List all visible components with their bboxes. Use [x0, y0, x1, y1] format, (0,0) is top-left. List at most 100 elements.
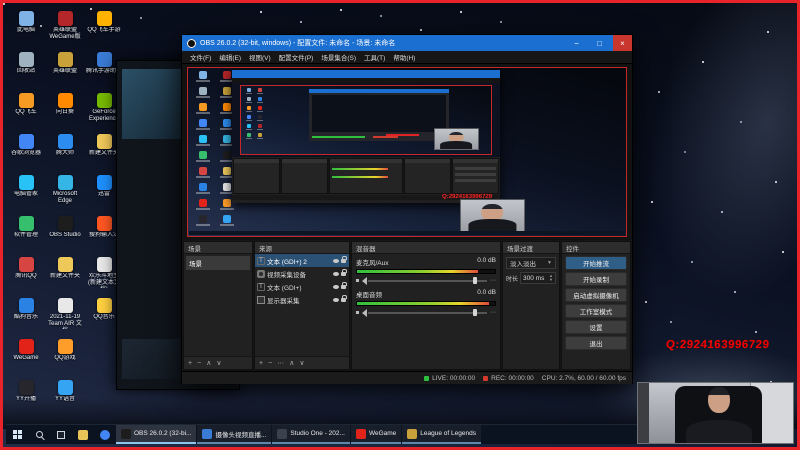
yy-voice-icon [57, 380, 73, 395]
desktop-icon[interactable]: WeGame [7, 337, 45, 378]
close-button[interactable]: × [613, 35, 632, 51]
visibility-icon[interactable] [333, 284, 339, 289]
lock-icon[interactable] [341, 294, 347, 302]
source-row[interactable]: T 文本 (GDI+) 2 [255, 254, 349, 267]
lock-icon[interactable] [341, 268, 347, 276]
add-source-button[interactable]: + [259, 360, 263, 367]
obs-titlebar[interactable]: OBS 26.0.2 (32-bit, windows) - 配置文件: 未命名… [182, 35, 632, 51]
control-button[interactable]: 退出 [565, 336, 627, 350]
captured-desktop-icon [191, 135, 215, 151]
desktop-icon[interactable]: 酷狗音乐 [7, 296, 45, 337]
visibility-icon[interactable] [333, 271, 339, 276]
taskbar-app[interactable]: OBS 26.0.2 (32-bi... [116, 425, 197, 444]
minimize-button[interactable]: − [567, 35, 586, 51]
channel-options-icon[interactable]: ⋯ [490, 277, 496, 284]
spinner-arrows-icon[interactable]: ▲ ▼ [549, 273, 553, 283]
scene-down-button[interactable]: ∨ [216, 359, 221, 367]
display-source-icon [257, 295, 265, 304]
source-row[interactable]: 视频采集设备 [255, 267, 349, 280]
source-down-button[interactable]: ∨ [299, 359, 304, 367]
desktop-icon[interactable]: 此电脑 [7, 9, 45, 50]
lock-icon[interactable] [341, 281, 347, 289]
source-row[interactable]: T 文本 (GDI+) [255, 280, 349, 293]
menu-item[interactable]: 场景集合(S) [317, 51, 360, 63]
taskbar-app[interactable]: Studio One - 202... [272, 425, 350, 444]
desktop-icon[interactable]: 回收站 [7, 50, 45, 91]
nested-controls-dock [452, 158, 499, 194]
control-button[interactable]: 开始推流 [565, 256, 627, 270]
task-view-button[interactable] [50, 425, 72, 444]
desktop-icon[interactable]: 软件管理 [7, 214, 45, 255]
speaker-icon[interactable] [356, 308, 367, 317]
taskbar-app[interactable]: League of Legends [402, 425, 481, 444]
source-up-button[interactable]: ∧ [289, 359, 294, 367]
menu-item[interactable]: 视图(V) [245, 51, 275, 63]
desktop-icon[interactable]: 电脑管家 [7, 173, 45, 214]
source-properties-button[interactable]: ⋯ [277, 359, 284, 367]
sources-toolbar: + − ⋯ ∧ ∨ [255, 356, 349, 369]
add-scene-button[interactable]: + [188, 360, 192, 367]
desktop-icon[interactable]: YY语音 [46, 378, 84, 419]
desktop-icon[interactable]: 新建文件夹 [46, 255, 84, 296]
desktop-icon[interactable]: 英雄联盟WeGame版 [46, 9, 84, 50]
desktop-icon[interactable]: YY开播 [7, 378, 45, 419]
mixer-channel: 麦克风/Aux 0.0 dB ⋯ [352, 254, 500, 286]
desktop-icon[interactable]: QQ飞车 [7, 91, 45, 132]
search-button[interactable] [28, 425, 50, 444]
slider-handle[interactable] [473, 277, 478, 284]
duration-spinner[interactable]: 300 ms ▲ ▼ [520, 272, 556, 284]
source-row[interactable]: 显示器采集 [255, 293, 349, 306]
volume-slider[interactable]: ⋯ [356, 308, 496, 317]
menu-item[interactable]: 帮助(H) [389, 51, 419, 63]
taskbar-app[interactable]: 摄像头视频直播... [197, 425, 272, 444]
slider-handle[interactable] [473, 309, 478, 316]
menu-item[interactable]: 文件(F) [186, 51, 215, 63]
taskbar-app[interactable]: WeGame [350, 425, 402, 444]
remove-scene-button[interactable]: − [197, 360, 201, 367]
maximize-button[interactable]: □ [590, 35, 609, 51]
menu-item[interactable]: 编辑(E) [215, 51, 245, 63]
slider-track[interactable] [368, 309, 487, 316]
volume-slider[interactable]: ⋯ [356, 276, 496, 285]
slider-track[interactable] [368, 277, 487, 284]
obs-preview[interactable]: Q:2924163996729 [182, 64, 632, 240]
desktop-icon[interactable]: OBS Studio [46, 214, 84, 255]
desktop-icon[interactable]: Microsoft Edge [46, 173, 84, 214]
desktop-icon[interactable]: QQ飞车手游 [85, 9, 123, 50]
control-button[interactable]: 设置 [565, 320, 627, 334]
control-button[interactable]: 启动虚拟摄像机 [565, 288, 627, 302]
desktop-icon[interactable]: 腾讯QQ [7, 255, 45, 296]
visibility-icon[interactable] [333, 297, 339, 302]
obs-logo-icon [187, 38, 196, 48]
desktop-icon[interactable]: QQ游戏 [46, 337, 84, 378]
desktop-icon[interactable]: 向日葵 [46, 91, 84, 132]
rec-indicator [483, 375, 489, 381]
desktop-icon[interactable]: 谷歌浏览器 [7, 132, 45, 173]
rec-timer: REC: 00:00:00 [491, 374, 534, 382]
visibility-icon[interactable] [333, 258, 339, 263]
transition-select[interactable]: 淡入淡出 ▼ [506, 257, 556, 269]
menu-item[interactable]: 配置文件(P) [275, 51, 318, 63]
start-button[interactable] [6, 425, 28, 444]
control-button[interactable]: 开始录制 [565, 272, 627, 286]
scene-up-button[interactable]: ∧ [206, 359, 211, 367]
mixer-channel-db: 0.0 dB [477, 289, 496, 296]
desktop-icon-label: 英雄联盟WeGame版 [49, 27, 81, 40]
menu-item[interactable]: 工具(T) [360, 51, 389, 63]
desktop-icon[interactable]: 腾大师 [46, 132, 84, 173]
pinned-file-explorer[interactable] [72, 425, 94, 444]
taskbar-apps: OBS 26.0.2 (32-bi... 摄像头视频直播... Studio One… [116, 425, 482, 444]
streamer-body [685, 420, 752, 443]
remove-source-button[interactable]: − [268, 360, 272, 367]
desktop-icon[interactable]: 2021-11-19 Team AIR 文档 [46, 296, 84, 337]
control-button[interactable]: 工作室模式 [565, 304, 627, 318]
scene-item[interactable]: 场景 [186, 256, 250, 270]
lock-icon[interactable] [341, 255, 347, 263]
mixer-body: 麦克风/Aux 0.0 dB ⋯ 桌面音频 0.0 dB ⋯ [352, 254, 500, 369]
pinned-browser[interactable] [94, 425, 116, 444]
speaker-icon[interactable] [356, 276, 367, 285]
mixer-channel-db: 0.0 dB [477, 257, 496, 264]
captured-desktop-icon [243, 97, 254, 106]
desktop-icon[interactable]: 英雄联盟 [46, 50, 84, 91]
channel-options-icon[interactable]: ⋯ [490, 309, 496, 316]
